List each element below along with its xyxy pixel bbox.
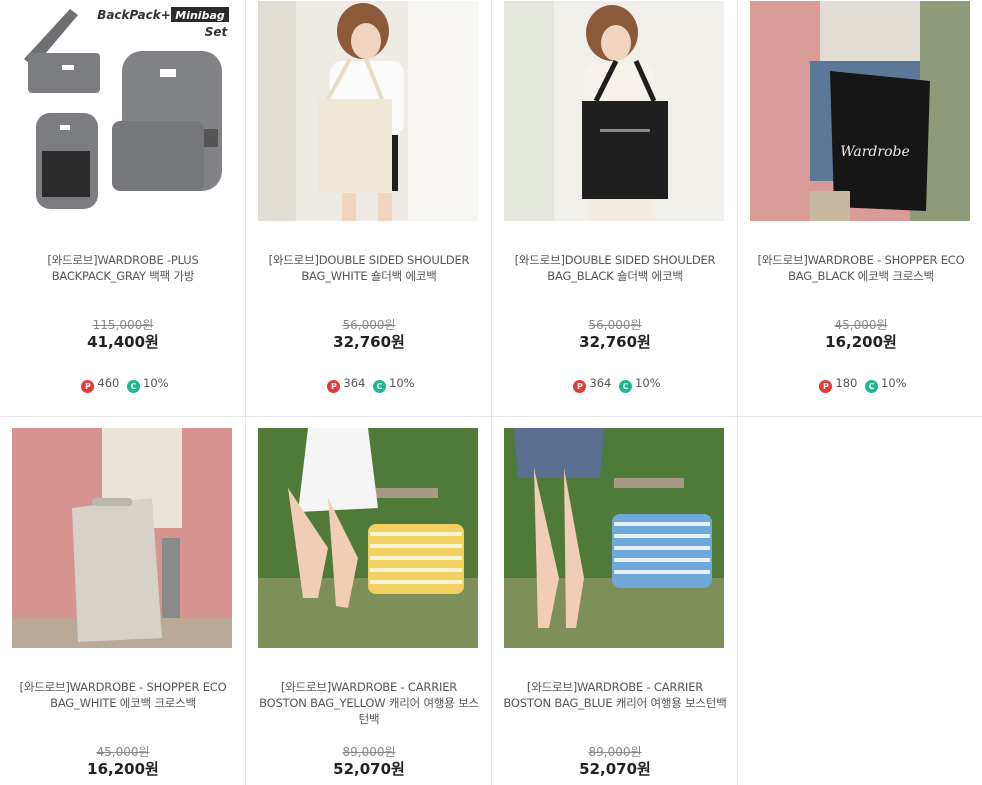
product-sale-price: 16,200원 xyxy=(87,760,159,778)
product-name[interactable]: [와드로브]WARDROBE - SHOPPER ECO BAG_WHITE 에… xyxy=(10,679,236,711)
product-card[interactable]: BackPack+ Minibag Set [와드로브]WARDROBE -PL… xyxy=(0,0,246,417)
product-image-backpack-gray[interactable]: BackPack+ Minibag Set xyxy=(12,1,232,221)
coupon-badge-icon: C xyxy=(619,380,633,393)
product-discount: 10% xyxy=(881,376,907,390)
backpack-image-text-3: Set xyxy=(205,25,229,39)
product-name[interactable]: [와드로브]WARDROBE - SHOPPER ECO BAG_BLACK 에… xyxy=(748,252,974,284)
product-image-shoulder-bag-white[interactable] xyxy=(258,1,478,221)
product-sale-price: 52,070원 xyxy=(333,760,405,778)
svg-text:Wardrobe: Wardrobe xyxy=(840,144,910,160)
product-points: 364 xyxy=(589,376,612,390)
product-card[interactable]: [와드로브]DOUBLE SIDED SHOULDER BAG_BLACK 숄더… xyxy=(492,0,738,417)
point-badge-icon: P xyxy=(819,380,833,393)
product-name[interactable]: [와드로브]WARDROBE -PLUS BACKPACK_GRAY 백팩 가방 xyxy=(10,252,236,284)
backpack-image-text-1: BackPack+ xyxy=(97,8,171,22)
product-badges: P 180 C 10% xyxy=(738,376,982,393)
product-points: 364 xyxy=(343,376,366,390)
product-card[interactable]: [와드로브]WARDROBE - CARRIER BOSTON BAG_BLUE… xyxy=(492,417,738,785)
product-image-shopper-eco-bag-black[interactable]: Wardrobe xyxy=(750,1,970,221)
product-sale-price: 41,400원 xyxy=(87,333,159,351)
product-card[interactable]: Wardrobe [와드로브]WARDROBE - SHOPPER ECO BA… xyxy=(738,0,982,417)
backpack-image-text-2: Minibag xyxy=(175,9,225,22)
product-badges: P 364 C 10% xyxy=(246,376,492,393)
product-points: 180 xyxy=(835,376,858,390)
product-image-boston-bag-blue[interactable] xyxy=(504,428,724,648)
product-sale-price: 16,200원 xyxy=(825,333,897,351)
product-discount: 10% xyxy=(635,376,661,390)
product-sale-price: 32,760원 xyxy=(579,333,651,351)
product-card[interactable]: [와드로브]WARDROBE - CARRIER BOSTON BAG_YELL… xyxy=(246,417,492,785)
product-sale-price: 32,760원 xyxy=(333,333,405,351)
coupon-badge-icon: C xyxy=(127,380,141,393)
product-image-boston-bag-yellow[interactable] xyxy=(258,428,478,648)
point-badge-icon: P xyxy=(327,380,341,393)
product-badges: P 364 C 10% xyxy=(492,376,738,393)
product-discount: 10% xyxy=(389,376,415,390)
point-badge-icon: P xyxy=(81,380,95,393)
product-card[interactable]: [와드로브]WARDROBE - SHOPPER ECO BAG_WHITE 에… xyxy=(0,417,246,785)
product-points: 460 xyxy=(97,376,120,390)
product-image-shoulder-bag-black[interactable] xyxy=(504,1,724,221)
coupon-badge-icon: C xyxy=(865,380,879,393)
product-discount: 10% xyxy=(143,376,169,390)
product-name[interactable]: [와드로브]WARDROBE - CARRIER BOSTON BAG_BLUE… xyxy=(502,679,728,711)
product-name[interactable]: [와드로브]DOUBLE SIDED SHOULDER BAG_WHITE 숄더… xyxy=(256,252,482,284)
product-grid: BackPack+ Minibag Set [와드로브]WARDROBE -PL… xyxy=(0,0,982,785)
point-badge-icon: P xyxy=(573,380,587,393)
product-image-shopper-eco-bag-white[interactable] xyxy=(12,428,232,648)
product-name[interactable]: [와드로브]DOUBLE SIDED SHOULDER BAG_BLACK 숄더… xyxy=(502,252,728,284)
product-name[interactable]: [와드로브]WARDROBE - CARRIER BOSTON BAG_YELL… xyxy=(256,679,482,727)
product-card[interactable]: [와드로브]DOUBLE SIDED SHOULDER BAG_WHITE 숄더… xyxy=(246,0,492,417)
product-badges: P 460 C 10% xyxy=(0,376,246,393)
coupon-badge-icon: C xyxy=(373,380,387,393)
product-sale-price: 52,070원 xyxy=(579,760,651,778)
